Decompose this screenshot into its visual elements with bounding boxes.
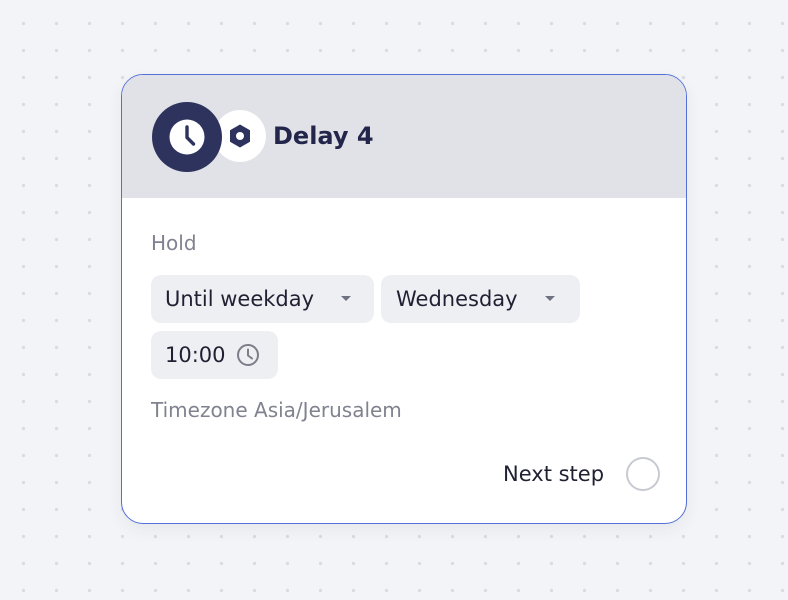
- caret-down-icon: [545, 296, 555, 301]
- next-step-label: Next step: [503, 462, 605, 486]
- hold-label: Hold: [151, 231, 197, 255]
- clock-icon: [152, 102, 222, 172]
- delay-node-card[interactable]: Delay 4 Hold Until weekday Wednesday 10:…: [121, 74, 687, 524]
- node-title: Delay 4: [273, 122, 374, 150]
- weekday-value: Wednesday: [396, 287, 518, 311]
- weekday-dropdown[interactable]: Wednesday: [381, 275, 580, 323]
- clock-icon: [237, 344, 259, 366]
- node-header: Delay 4: [122, 75, 686, 198]
- time-value: 10:00: [165, 343, 226, 367]
- connector-circle-icon[interactable]: [626, 457, 660, 491]
- timezone-text: Timezone Asia/Jerusalem: [151, 398, 402, 422]
- condition-value: Until weekday: [165, 287, 315, 311]
- time-picker[interactable]: 10:00: [151, 331, 278, 379]
- caret-down-icon: [341, 296, 351, 301]
- condition-dropdown[interactable]: Until weekday: [151, 275, 374, 323]
